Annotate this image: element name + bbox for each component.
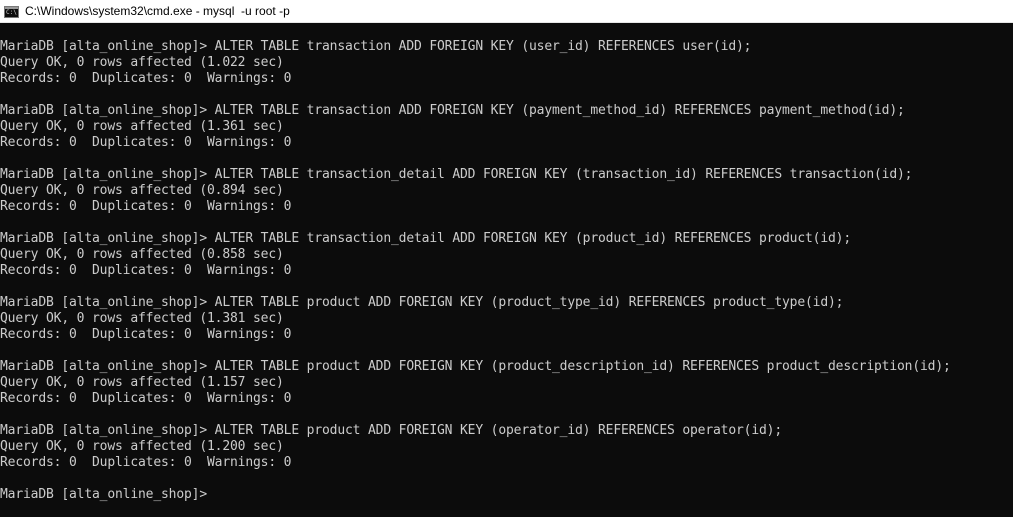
query-result-line: Query OK, 0 rows affected (0.894 sec) — [0, 183, 284, 198]
query-result-line: Query OK, 0 rows affected (1.022 sec) — [0, 55, 284, 70]
query-result-line: Query OK, 0 rows affected (1.157 sec) — [0, 375, 284, 390]
records-line: Records: 0 Duplicates: 0 Warnings: 0 — [0, 199, 292, 214]
command-line: MariaDB [alta_online_shop]> ALTER TABLE … — [0, 103, 905, 118]
prompt-line[interactable]: MariaDB [alta_online_shop]> — [0, 487, 1013, 503]
cmd-window: C:\ C:\Windows\system32\cmd.exe - mysql … — [0, 0, 1013, 517]
records-line: Records: 0 Duplicates: 0 Warnings: 0 — [0, 135, 292, 150]
cmd-icon-glyph: C:\ — [6, 8, 17, 16]
command-line: MariaDB [alta_online_shop]> ALTER TABLE … — [0, 359, 951, 374]
records-line: Records: 0 Duplicates: 0 Warnings: 0 — [0, 391, 292, 406]
window-title: C:\Windows\system32\cmd.exe - mysql -u r… — [25, 3, 290, 18]
title-bar[interactable]: C:\ C:\Windows\system32\cmd.exe - mysql … — [0, 0, 1013, 23]
records-line: Records: 0 Duplicates: 0 Warnings: 0 — [0, 327, 292, 342]
records-line: Records: 0 Duplicates: 0 Warnings: 0 — [0, 71, 292, 86]
console-output[interactable]: MariaDB [alta_online_shop]> ALTER TABLE … — [0, 39, 1013, 503]
command-line: MariaDB [alta_online_shop]> ALTER TABLE … — [0, 295, 844, 310]
query-result-line: Query OK, 0 rows affected (1.361 sec) — [0, 119, 284, 134]
command-line: MariaDB [alta_online_shop]> ALTER TABLE … — [0, 423, 783, 438]
query-result-line: Query OK, 0 rows affected (0.858 sec) — [0, 247, 284, 262]
command-line: MariaDB [alta_online_shop]> ALTER TABLE … — [0, 167, 913, 182]
query-result-line: Query OK, 0 rows affected (1.381 sec) — [0, 311, 284, 326]
cmd-icon[interactable]: C:\ — [4, 5, 19, 18]
command-line: MariaDB [alta_online_shop]> ALTER TABLE … — [0, 39, 752, 54]
query-result-line: Query OK, 0 rows affected (1.200 sec) — [0, 439, 284, 454]
records-line: Records: 0 Duplicates: 0 Warnings: 0 — [0, 455, 292, 470]
command-line: MariaDB [alta_online_shop]> ALTER TABLE … — [0, 231, 852, 246]
records-line: Records: 0 Duplicates: 0 Warnings: 0 — [0, 263, 292, 278]
